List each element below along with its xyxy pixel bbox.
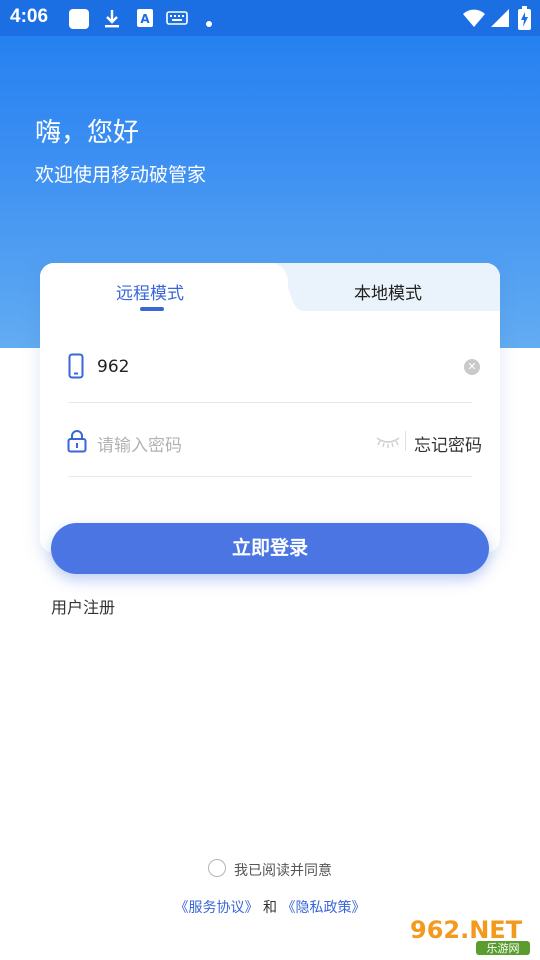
watermark-site: 乐游网 [487,942,520,955]
phone-input[interactable]: 962 [97,357,129,377]
app-icon [68,8,90,34]
download-icon [103,8,121,34]
phone-icon [68,353,84,383]
agreement-text: 我已阅读并同意 [234,863,332,879]
status-time: 4:06 [10,6,49,27]
dot-icon [205,13,213,32]
tab-divider-shape [264,263,304,311]
password-input[interactable]: 请输入密码 [97,431,182,456]
svg-text:A: A [140,12,150,26]
battery-charging-icon [518,6,531,34]
field-separator [405,431,406,451]
lock-icon [67,429,87,457]
eye-closed-icon[interactable] [376,433,400,452]
watermark-logo: 962.NET 乐游网 [404,912,534,956]
signal-icon [490,8,510,32]
privacy-policy-link[interactable]: 《隐私政策》 [281,900,365,916]
agree-checkbox[interactable] [208,859,226,877]
clear-icon[interactable]: ✕ [464,359,480,375]
active-tab-indicator [140,307,164,311]
tab-remote-label[interactable]: 远程模式 [116,279,184,304]
login-button[interactable]: 立即登录 [51,523,489,574]
greeting-title: 嗨，您好 [35,118,140,148]
status-bar: 4:06 A [0,0,540,36]
divider [68,402,472,403]
divider [68,476,472,477]
service-agreement-link[interactable]: 《服务协议》 [175,900,259,916]
wifi-icon [462,8,486,32]
welcome-subtitle: 欢迎使用移动破管家 [35,164,207,186]
register-link[interactable]: 用户注册 [51,594,115,618]
watermark-brand: 962.NET [410,916,523,944]
tab-local-label[interactable]: 本地模式 [354,279,422,304]
keyboard-icon [166,8,188,32]
a-badge-icon: A [136,8,154,32]
and-text: 和 [263,900,277,916]
login-card: 远程模式 本地模式 962 ✕ 请输入密码 忘记密码 [40,263,500,553]
forgot-password-link[interactable]: 忘记密码 [414,431,482,456]
